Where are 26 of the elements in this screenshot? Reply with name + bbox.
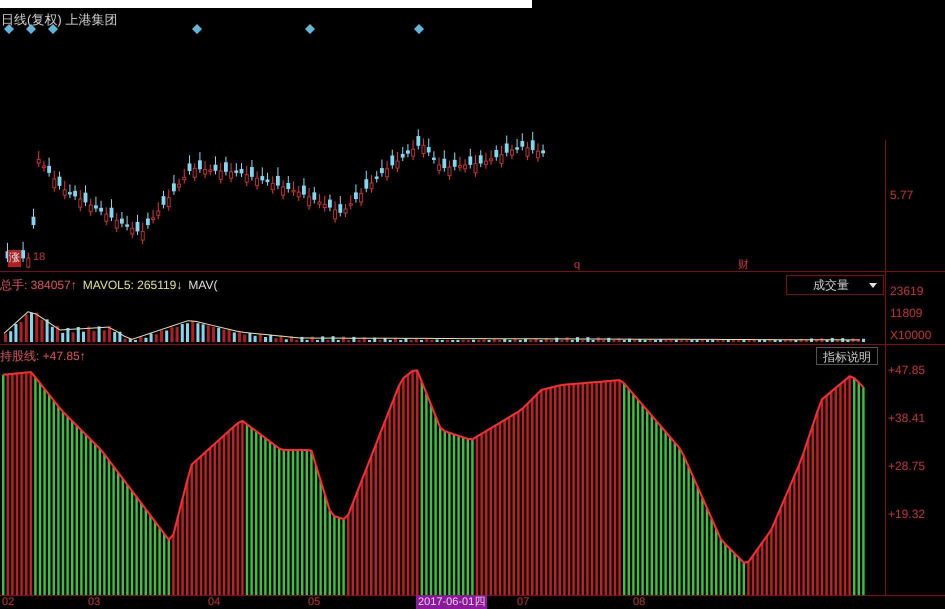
indicator-axis-label: +38.41 [888, 410, 926, 427]
volume-axis-label: X10000 [890, 327, 932, 344]
date-axis-label: 02 [2, 595, 14, 609]
chart-marker: q [574, 258, 580, 273]
dropdown-caret-icon [869, 282, 877, 288]
indicator-dropdown[interactable]: 成交量 [786, 275, 884, 295]
date-axis-label: 07 [517, 595, 530, 609]
indicator-axis-label: +28.75 [888, 458, 926, 475]
chart-marker: 财 [738, 258, 749, 273]
indicator-help-button[interactable]: 指标说明 [816, 347, 878, 365]
date-axis-label: 04 [208, 595, 220, 609]
indicator-axis-label: +47.85 [888, 362, 926, 379]
indicator-axis-label: +19.32 [888, 506, 926, 523]
volume-label: 总手: 384057↑ [0, 277, 77, 294]
date-axis-label: 05 [308, 595, 320, 609]
chart-marker: 18 [33, 250, 46, 265]
date-axis-label: 08 [633, 595, 646, 609]
volume-axis-label: 11809 [890, 305, 922, 322]
date-axis-label: 2017-06-01四 [416, 595, 488, 609]
indicator-label: 持股线: +47.85↑ [0, 348, 86, 365]
date-axis-label: 03 [88, 595, 100, 609]
price-axis-label: 5.77 [890, 187, 914, 204]
marker-tag: 涨 [8, 250, 21, 266]
mavol10-label: MAV( [188, 277, 218, 294]
volume-axis-label: 23619 [890, 283, 924, 300]
mavol5-label: MAVOL5: 265119↓ [82, 277, 182, 294]
